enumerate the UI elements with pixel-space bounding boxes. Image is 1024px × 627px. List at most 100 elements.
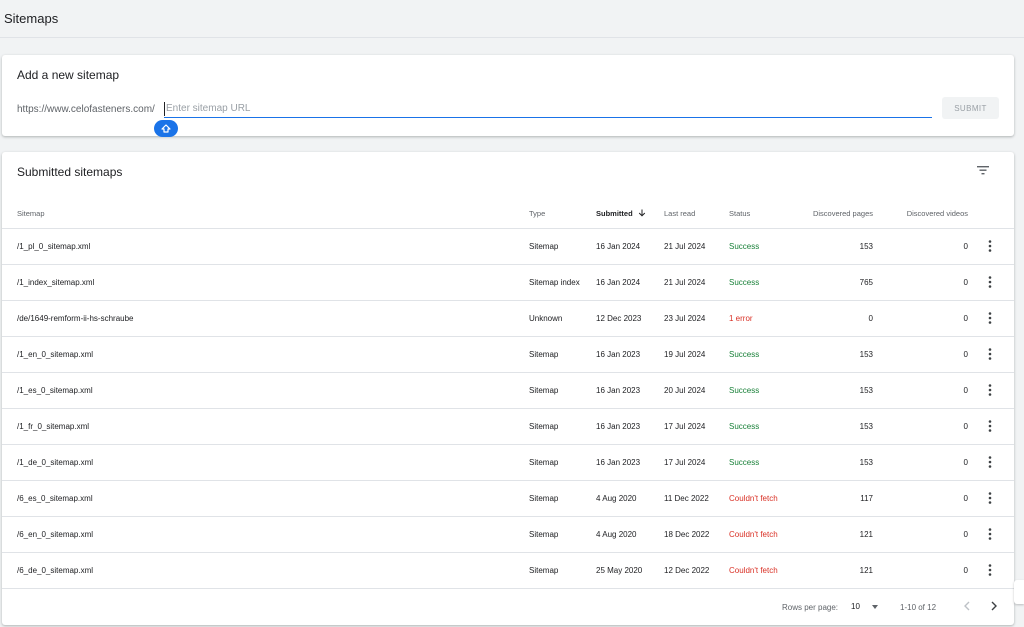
table-row[interactable]: /1_es_0_sitemap.xml Sitemap 16 Jan 2023 20 … [2,373,1014,409]
cell-type: Sitemap [529,242,559,251]
col-submitted-label: Submitted [596,209,633,218]
cell-type: Sitemap [529,386,559,395]
cell-submitted: 25 May 2020 [596,566,643,575]
col-last-read[interactable]: Last read [664,209,695,218]
filter-icon[interactable] [976,164,990,176]
cell-sitemap[interactable]: /6_de_0_sitemap.xml [17,566,93,575]
cell-sitemap[interactable]: /1_es_0_sitemap.xml [17,386,93,395]
cell-discovered-pages: 765 [859,278,873,287]
more-vert-icon[interactable] [986,419,994,433]
cell-discovered-videos: 0 [963,530,968,539]
cell-status: Success [729,242,760,251]
cell-discovered-pages: 153 [859,386,873,395]
cell-discovered-pages: 121 [859,530,873,539]
cell-status: Success [729,458,760,467]
pagination-footer: Rows per page: 10 1-10 of 12 [2,589,1014,625]
cell-discovered-pages: 121 [859,566,873,575]
cell-submitted: 16 Jan 2024 [596,278,641,287]
cell-status: Success [729,278,760,287]
dropdown-arrow-icon[interactable] [872,605,878,609]
cell-discovered-videos: 0 [963,422,968,431]
page-title: Sitemaps [4,11,59,26]
submitted-sitemaps-title: Submitted sitemaps [17,165,123,179]
col-submitted[interactable]: Submitted [596,209,646,218]
col-status[interactable]: Status [729,209,750,218]
cell-type: Sitemap [529,458,559,467]
table-row[interactable]: /de/1649-remform-ii-hs-schraube Unknown 12… [2,301,1014,337]
cell-status: Success [729,422,760,431]
cell-status: Success [729,350,760,359]
cell-discovered-videos: 0 [963,494,968,503]
cell-discovered-pages: 117 [860,494,873,503]
table-header: Sitemap Type Submitted Last read Status … [2,195,1014,229]
text-cursor [164,102,165,116]
cell-type: Sitemap [529,422,559,431]
cell-submitted: 12 Dec 2023 [596,314,642,323]
url-prefix: https://www.celofasteners.com/ [17,104,155,115]
side-panel-tab[interactable] [1014,580,1024,604]
cell-sitemap[interactable]: /6_es_0_sitemap.xml [17,494,93,503]
more-vert-icon[interactable] [986,491,994,505]
col-discovered-videos[interactable]: Discovered videos [888,209,968,218]
sitemap-url-input[interactable] [164,100,932,118]
table-row[interactable]: /6_de_0_sitemap.xml Sitemap 25 May 2020 12 … [2,553,1014,589]
cell-discovered-pages: 153 [859,242,873,251]
cell-discovered-videos: 0 [963,278,968,287]
cell-sitemap[interactable]: /1_de_0_sitemap.xml [17,458,93,467]
more-vert-icon[interactable] [986,563,994,577]
chevron-left-icon[interactable] [963,601,971,611]
page-header: Sitemaps [0,0,1024,38]
more-vert-icon[interactable] [986,455,994,469]
cell-status: 1 error [729,314,753,323]
cell-sitemap[interactable]: /1_fr_0_sitemap.xml [17,422,89,431]
cell-last-read: 21 Jul 2024 [664,242,706,251]
cell-last-read: 12 Dec 2022 [664,566,710,575]
cell-sitemap[interactable]: /1_index_sitemap.xml [17,278,94,287]
col-discovered-pages[interactable]: Discovered pages [792,209,873,218]
chevron-right-icon[interactable] [990,601,998,611]
cell-type: Sitemap [529,494,559,503]
table-row[interactable]: /1_de_0_sitemap.xml Sitemap 16 Jan 2023 17 … [2,445,1014,481]
more-vert-icon[interactable] [986,311,994,325]
cell-type: Sitemap [529,566,559,575]
cell-sitemap[interactable]: /1_en_0_sitemap.xml [17,350,93,359]
cell-status: Couldn't fetch [729,494,778,503]
table-row[interactable]: /1_index_sitemap.xml Sitemap index 16 Jan … [2,265,1014,301]
table-row[interactable]: /6_es_0_sitemap.xml Sitemap 4 Aug 2020 11 D… [2,481,1014,517]
more-vert-icon[interactable] [986,527,994,541]
table-row[interactable]: /1_en_0_sitemap.xml Sitemap 16 Jan 2023 19 … [2,337,1014,373]
rows-per-page-select[interactable]: 10 [851,602,860,611]
table-row[interactable]: /6_en_0_sitemap.xml Sitemap 4 Aug 2020 18 D… [2,517,1014,553]
cell-submitted: 16 Jan 2023 [596,350,641,359]
cell-sitemap[interactable]: /6_en_0_sitemap.xml [17,530,93,539]
cell-discovered-videos: 0 [963,386,968,395]
cell-discovered-videos: 0 [963,314,968,323]
cell-discovered-videos: 0 [963,242,968,251]
cell-last-read: 17 Jul 2024 [664,458,706,467]
cell-last-read: 23 Jul 2024 [664,314,706,323]
more-vert-icon[interactable] [986,239,994,253]
page-range: 1-10 of 12 [900,603,937,612]
more-vert-icon[interactable] [986,347,994,361]
cell-sitemap[interactable]: /1_pl_0_sitemap.xml [17,242,90,251]
col-sitemap[interactable]: Sitemap [17,209,45,218]
col-type[interactable]: Type [529,209,545,218]
cell-submitted: 16 Jan 2023 [596,422,641,431]
text-cursor-handle-icon[interactable] [154,120,178,137]
more-vert-icon[interactable] [986,275,994,289]
cell-discovered-videos: 0 [963,458,968,467]
cell-discovered-pages: 153 [859,458,873,467]
cell-discovered-videos: 0 [963,566,968,575]
add-sitemap-card: Add a new sitemap https://www.celofasten… [2,55,1014,137]
cell-submitted: 16 Jan 2023 [596,458,641,467]
submit-button[interactable]: SUBMIT [942,97,999,119]
more-vert-icon[interactable] [986,383,994,397]
cell-submitted: 16 Jan 2023 [596,386,641,395]
table-row[interactable]: /1_pl_0_sitemap.xml Sitemap 16 Jan 2024 21 … [2,229,1014,265]
cell-discovered-pages: 0 [868,314,873,323]
table-row[interactable]: /1_fr_0_sitemap.xml Sitemap 16 Jan 2023 17 … [2,409,1014,445]
cell-last-read: 17 Jul 2024 [664,422,706,431]
cell-discovered-pages: 153 [859,422,873,431]
cell-sitemap[interactable]: /de/1649-remform-ii-hs-schraube [17,314,134,323]
cell-last-read: 21 Jul 2024 [664,278,706,287]
